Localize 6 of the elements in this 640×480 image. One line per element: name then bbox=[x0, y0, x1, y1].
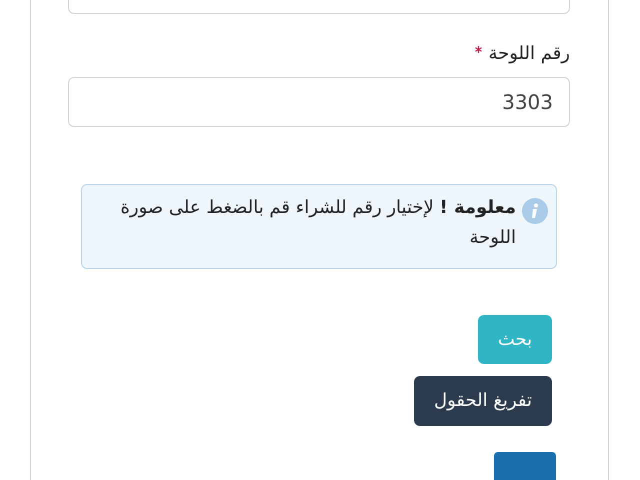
info-icon bbox=[522, 198, 548, 224]
button[interactable] bbox=[494, 452, 556, 480]
clear-button[interactable]: تفريغ الحقول bbox=[414, 376, 552, 426]
plate-number-field[interactable]: 3303 bbox=[68, 76, 570, 127]
alert-message: معلومة ! لإختيار رقم للشراء قم بالضغط على صورة اللوحة bbox=[120, 196, 516, 250]
field-label: رقم اللوحة bbox=[488, 42, 570, 66]
